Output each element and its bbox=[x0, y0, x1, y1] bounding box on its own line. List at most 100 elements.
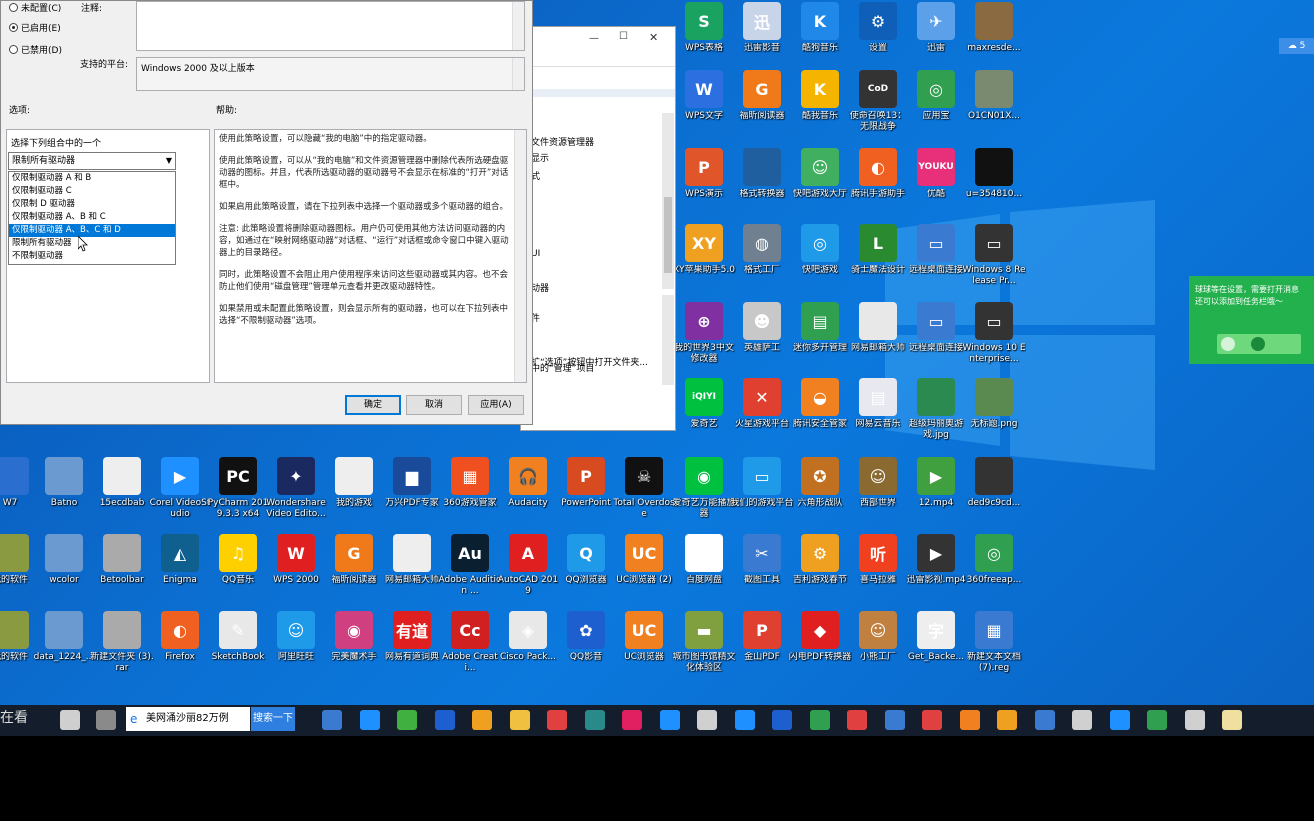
desktop-icon[interactable]: Betoolbar bbox=[90, 532, 154, 608]
radio-circle[interactable] bbox=[9, 45, 18, 54]
desktop-icon[interactable]: 迅迅雷影音 bbox=[730, 0, 794, 76]
desktop-icon[interactable]: 我的游戏 bbox=[322, 455, 386, 531]
desktop-icon[interactable]: ◎ 快吧游戏 bbox=[788, 222, 852, 298]
drives-dropdown[interactable]: 限制所有驱动器 ▼ bbox=[8, 152, 176, 170]
desktop-icon[interactable]: 网易邮箱大师 bbox=[380, 532, 444, 608]
dropdown-option[interactable]: 仅限制驱动器 A 和 B bbox=[9, 172, 175, 185]
desktop-icon[interactable]: ▭ 远程桌面连接 bbox=[904, 300, 968, 376]
taskbar-app-icon[interactable] bbox=[1109, 710, 1130, 730]
notification-panel[interactable]: 球球等在设置，需要打开消息 还可以添加到任务栏哦～ bbox=[1189, 276, 1314, 364]
chevron-down-icon[interactable]: ▼ bbox=[166, 153, 172, 169]
desktop-icon[interactable]: data_1224_... bbox=[32, 609, 96, 685]
taskbar-app-icon[interactable] bbox=[96, 710, 116, 730]
desktop-icon[interactable]: ☺ 西部世界 bbox=[846, 455, 910, 531]
supported-scrollbar[interactable] bbox=[512, 58, 524, 90]
desktop-icon[interactable]: u=354810... bbox=[962, 146, 1026, 222]
apply-button[interactable]: 应用(A) bbox=[468, 395, 524, 415]
desktop-icon[interactable]: YOUKU 优酷 bbox=[904, 146, 968, 222]
desktop[interactable]: S WPS表格迅迅雷影音 K 酷狗音乐 ⚙ 设置 ✈ 迅雷 maxresde... W WPS文字 G… bbox=[0, 0, 1314, 705]
dropdown-option[interactable]: 仅限制 D 驱动器 bbox=[9, 198, 175, 211]
desktop-icon[interactable]: ☺ 阿里旺旺 bbox=[264, 609, 328, 685]
taskbar-app-icon[interactable] bbox=[397, 710, 417, 730]
taskbar-search-input[interactable]: 美网涌沙丽82万例 bbox=[126, 707, 250, 731]
desktop-icon[interactable]: ▬ 城市图书馆精文化体验区 bbox=[672, 609, 736, 685]
dropdown-list[interactable]: 仅限制驱动器 A 和 B 仅限制驱动器 C 仅限制 D 驱动器 仅限制驱动器 A、B … bbox=[8, 171, 176, 265]
desktop-icon[interactable]: ▭ Windows 10 Enterprise... bbox=[962, 300, 1026, 376]
dropdown-option[interactable]: 限制所有驱动器 bbox=[9, 237, 175, 250]
taskbar-search-button[interactable]: 搜索一下 bbox=[251, 707, 295, 731]
dropdown-option[interactable]: 仅限制驱动器 A、B、C 和 D bbox=[9, 224, 175, 237]
taskbar-app-icon[interactable] bbox=[1072, 710, 1092, 730]
desktop-icon[interactable]: ◆ 闪电PDF转换器 bbox=[788, 609, 852, 685]
taskbar-app-icon[interactable] bbox=[472, 710, 492, 730]
desktop-icon[interactable]: 新建文件夹 (3).rar bbox=[90, 609, 154, 685]
desktop-icon[interactable]: Q QQ浏览器 bbox=[554, 532, 618, 608]
taskbar-app-icon[interactable] bbox=[1222, 710, 1242, 730]
dropdown-option[interactable]: 仅限制驱动器 C bbox=[9, 185, 175, 198]
desktop-icon[interactable]: 听喜马拉雅 bbox=[846, 532, 910, 608]
desktop-icon[interactable]: P WPS演示 bbox=[672, 146, 736, 222]
desktop-icon[interactable]: CoD 使命召唤13：无限战争 bbox=[846, 68, 910, 144]
taskbar-app-icon[interactable] bbox=[622, 710, 642, 730]
taskbar-app-icon[interactable] bbox=[434, 710, 455, 730]
desktop-icon[interactable]: ▦ 新建文本文档 (7).reg bbox=[962, 609, 1026, 685]
taskbar-app-icon[interactable] bbox=[697, 710, 717, 730]
cloud-button[interactable]: ☁ 5 bbox=[1279, 38, 1314, 54]
radio-not-configured[interactable]: 未配置(C) bbox=[9, 1, 61, 14]
desktop-icon[interactable]: ⚙ 设置 bbox=[846, 0, 910, 76]
desktop-icon[interactable]: ▭ Windows 8 Release Pr... bbox=[962, 222, 1026, 298]
cancel-button[interactable]: 取消 bbox=[406, 395, 462, 415]
desktop-icon[interactable]: XY XY苹果助手5.0 bbox=[672, 222, 736, 298]
desktop-icon[interactable]: ◎ 应用宝 bbox=[904, 68, 968, 144]
desktop-icon[interactable]: ✪ 六角形战队 bbox=[788, 455, 852, 531]
taskbar-app-icon[interactable] bbox=[1034, 710, 1055, 730]
desktop-icon[interactable]: ◆ 百度网盘 bbox=[672, 532, 736, 608]
desktop-icon[interactable]: ✿ QQ影音 bbox=[554, 609, 618, 685]
taskbar-app-icon[interactable] bbox=[1147, 710, 1167, 730]
desktop-icon[interactable]: PC PyCharm 2019.3.3 x64 bbox=[206, 455, 270, 531]
desktop-icon[interactable]: ▭ 我们的游戏平台 bbox=[730, 455, 794, 531]
desktop-icon[interactable]: ▭ 远程桌面连接 bbox=[904, 222, 968, 298]
desktop-icon[interactable]: ✎ SketchBook bbox=[206, 609, 270, 685]
radio-enabled[interactable]: 已启用(E) bbox=[9, 21, 61, 34]
desktop-icon[interactable]: 格式转换器 bbox=[730, 146, 794, 222]
policy-dialog[interactable]: 未配置(C) 已启用(E) 已禁用(D) 注释: 支持的平台: Windows … bbox=[0, 0, 533, 425]
desktop-icon[interactable]: ◈ Cisco Pack... bbox=[496, 609, 560, 685]
desktop-icon[interactable]: 有道 网易有道词典 bbox=[380, 609, 444, 685]
desktop-icon[interactable]: ☺ 小熊工厂 bbox=[846, 609, 910, 685]
desktop-icon[interactable]: ◉ 爱奇艺万能播放器 bbox=[672, 455, 736, 531]
desktop-icon[interactable]: ◐ 腾讯手游助手 bbox=[846, 146, 910, 222]
desktop-icon[interactable]: ☻ 英雄萨工 bbox=[730, 300, 794, 376]
desktop-icon[interactable]: ▶ 12.mp4 bbox=[904, 455, 968, 531]
explorer-scrollbar-2[interactable] bbox=[662, 295, 674, 385]
taskbar-app-icon[interactable] bbox=[997, 710, 1017, 730]
desktop-icon[interactable]: ◐ Firefox bbox=[148, 609, 212, 685]
desktop-icon[interactable]: 网易邮箱大师 bbox=[846, 300, 910, 376]
desktop-icon[interactable]: ◭ Enigma bbox=[148, 532, 212, 608]
comment-scrollbar[interactable] bbox=[512, 2, 524, 50]
desktop-icon[interactable]: UC UC浏览器 bbox=[612, 609, 676, 685]
desktop-icon[interactable]: ✈ 迅雷 bbox=[904, 0, 968, 76]
ok-button[interactable]: 确定 bbox=[345, 395, 401, 415]
taskbar-app-icon[interactable] bbox=[734, 710, 755, 730]
explorer-scroll-thumb[interactable] bbox=[664, 197, 672, 273]
taskbar-app-icon[interactable] bbox=[847, 710, 867, 730]
desktop-icon[interactable]: ✦ Wondershare Video Edito... bbox=[264, 455, 328, 531]
taskbar-app-icon[interactable] bbox=[809, 710, 830, 730]
desktop-icon[interactable]: ▤ 网易云音乐 bbox=[846, 376, 910, 452]
taskbar-app-icon[interactable] bbox=[509, 710, 530, 730]
desktop-icon[interactable]: O1CN01X... bbox=[962, 68, 1026, 144]
maximize-icon[interactable]: ☐ bbox=[619, 31, 628, 42]
desktop-icon[interactable]: G 福昕阅读器 bbox=[322, 532, 386, 608]
radio-circle-checked[interactable] bbox=[9, 23, 18, 32]
desktop-icon[interactable]: ☺ 快吧游戏大厅 bbox=[788, 146, 852, 222]
taskbar-app-icon[interactable] bbox=[547, 710, 567, 730]
desktop-icon[interactable]: Batno bbox=[32, 455, 96, 531]
desktop-icon[interactable]: ded9c9cd... bbox=[962, 455, 1026, 531]
desktop-icon[interactable]: ◎ 360freeap... bbox=[962, 532, 1026, 608]
desktop-icon[interactable]: P PowerPoint bbox=[554, 455, 618, 531]
desktop-icon[interactable]: 字 Get_Backe... bbox=[904, 609, 968, 685]
taskbar-app-icon[interactable] bbox=[659, 710, 680, 730]
taskbar-app-icon[interactable] bbox=[959, 710, 980, 730]
desktop-icon[interactable]: 15ecdbab bbox=[90, 455, 154, 531]
